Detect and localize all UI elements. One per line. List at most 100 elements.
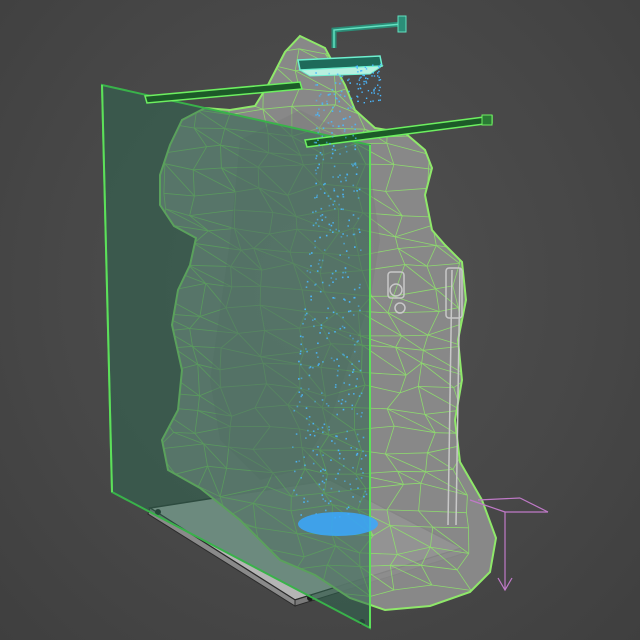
water-drop [304,318,306,320]
mesh-edge [464,214,467,226]
water-drop [348,90,350,93]
water-drop [333,359,335,362]
water-drop [314,84,317,86]
scene-canvas[interactable] [0,0,640,640]
water-drop [321,153,323,156]
water-drop [343,326,346,329]
water-drop [341,276,344,279]
water-drop [343,118,345,120]
water-drop [357,71,359,73]
mesh-edge [394,65,431,68]
water-drop [340,236,343,238]
water-drop [302,322,304,325]
water-drop [359,87,362,89]
water-drop [373,75,376,77]
glass-panel[interactable] [100,83,371,630]
water-drop [370,100,372,103]
water-drop [317,364,319,367]
water-drop [330,487,333,490]
water-drop [300,343,302,346]
water-drop [351,408,353,410]
water-drop [349,116,351,118]
water-drop [331,132,333,134]
water-drop [357,88,359,90]
water-drop [361,91,363,93]
water-drop [312,319,314,321]
water-drop [338,457,341,460]
water-drop [320,324,323,326]
water-drop [344,400,347,403]
water-drop [354,128,356,131]
water-drop [360,458,363,460]
water-drop [341,75,344,78]
water-drop [349,334,352,337]
water-drop [353,233,356,236]
water-drop [293,489,295,492]
water-drop [357,100,359,102]
mesh-edge [162,546,173,574]
water-drop [295,433,298,435]
mesh-edge [463,345,470,377]
mesh-edge [394,46,397,67]
water-drop [352,314,355,316]
water-drop [353,297,355,299]
water-drop [349,82,351,84]
water-drop [341,325,344,328]
water-drop [322,454,324,456]
mesh-edge [454,73,467,93]
water-drop [336,73,339,76]
water-drop [365,80,367,83]
water-drop [346,356,348,358]
mesh-edge [162,546,195,557]
mesh-edge [354,76,357,87]
water-drop [304,314,307,316]
water-drop [318,144,320,146]
water-drop [319,236,321,239]
water-drop [314,197,316,199]
mesh-edge [222,68,264,87]
water-drop [316,84,319,86]
water-drop [338,100,340,103]
water-drop [379,63,382,66]
water-drop [317,263,320,265]
water-drop [360,415,362,418]
mesh-edge [220,573,222,586]
water-drop [342,189,344,191]
3d-viewport[interactable] [0,0,640,640]
water-drop [328,223,331,226]
water-drop [342,193,344,196]
water-drop [358,188,361,191]
water-drop [331,88,334,91]
water-drop [308,416,311,418]
water-drop [330,357,333,359]
water-drop [321,480,324,483]
water-drop [312,430,315,432]
water-drop [360,76,362,78]
mesh-edge [418,67,431,89]
water-drop [333,93,336,96]
water-drop [351,404,354,407]
water-drop [363,80,365,83]
water-drop [331,136,334,138]
water-drop [343,242,345,245]
water-drop [336,313,338,315]
water-drop [340,90,343,93]
water-drop [298,460,301,462]
mesh-edge [450,144,470,174]
water-drop [335,270,337,272]
water-drop [315,72,317,74]
water-drop [367,90,370,92]
water-drop [354,246,356,248]
water-drop [365,454,367,457]
water-drop [372,64,374,66]
mesh-edge [429,67,455,75]
water-drop [327,502,330,505]
water-drop [332,145,335,147]
mesh-edge [394,83,439,116]
water-drop [314,318,316,320]
water-drop [346,234,348,237]
water-drop [378,99,380,102]
mesh-edge [172,570,203,574]
water-drop [379,94,382,97]
water-drop [341,399,344,401]
